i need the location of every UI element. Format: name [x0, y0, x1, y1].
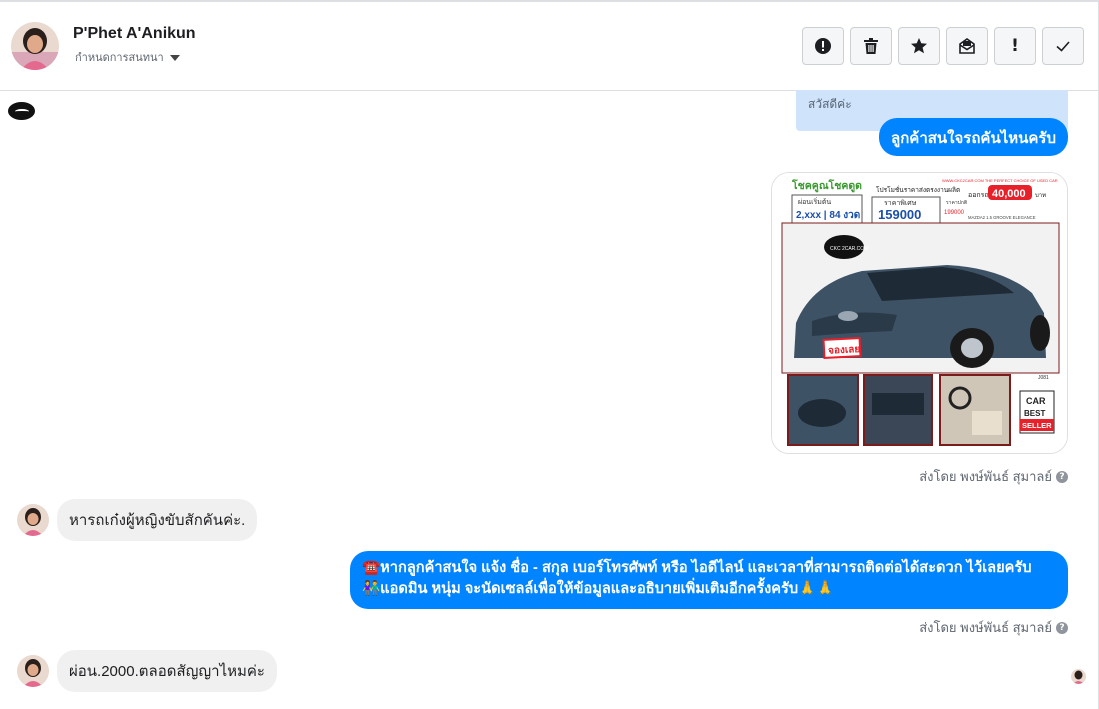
ad-down-value: 40,000: [992, 188, 1026, 200]
ad-installment-value: 2,xxx | 84 งวด: [796, 210, 860, 221]
conversation-label-dropdown[interactable]: กำหนดการสนทนา: [75, 48, 180, 66]
ad-old-price-value: 199000: [944, 210, 965, 216]
sender-avatar[interactable]: [17, 655, 49, 687]
help-icon[interactable]: ?: [1056, 621, 1068, 634]
outgoing-message[interactable]: ลูกค้าสนใจรถคันไหนครับ: [879, 118, 1068, 156]
delete-button[interactable]: [850, 27, 892, 65]
ad-badge-mid: BEST: [1024, 409, 1045, 418]
contact-avatar[interactable]: [11, 22, 59, 70]
ad-stamp: จองเลย: [828, 344, 861, 357]
incoming-message[interactable]: หารถเก๋งผู้หญิงขับสักคันค่ะ.: [57, 499, 258, 541]
ad-down-unit: บาท: [1035, 193, 1046, 199]
incoming-message[interactable]: ผ่อน.2000.ตลอดสัญญาไหมค่ะ: [57, 650, 277, 692]
sent-by-label: ส่งโดย พงษ์พันธ์ สุมาลย์ ?: [919, 617, 1068, 638]
conversation-label: กำหนดการสนทนา: [75, 52, 164, 64]
sent-by-text: ส่งโดย พงษ์พันธ์ สุมาลย์: [919, 620, 1052, 635]
caret-down-icon: [169, 54, 180, 61]
mark-done-button[interactable]: [1042, 27, 1084, 65]
sent-by-text: ส่งโดย พงษ์พันธ์ สุมาลย์: [919, 469, 1052, 484]
sender-avatar[interactable]: [17, 504, 49, 536]
outgoing-message-line: 👫แอดมิน หนุ่ม จะนัดเซลล์เพื่อให้ข้อมูลแล…: [362, 581, 835, 597]
sent-by-label: ส่งโดย พงษ์พันธ์ สุมาลย์ ?: [919, 466, 1068, 487]
ad-down-label: ออกรถ: [968, 192, 989, 199]
star-button[interactable]: [898, 27, 940, 65]
ad-old-price-label: ราคาปกติ: [946, 199, 967, 206]
mark-unread-button[interactable]: [946, 27, 988, 65]
report-button[interactable]: [802, 27, 844, 65]
conversation-header: P'Phet A'Anikun กำหนดการสนทนา !: [0, 2, 1098, 91]
car-advertisement-image[interactable]: โชคคูณโชคดูด WWW.CKC2CAR.COM THE PERFECT…: [771, 172, 1068, 454]
contact-name[interactable]: P'Phet A'Anikun: [73, 25, 196, 43]
important-button[interactable]: !: [994, 27, 1036, 65]
important-icon: !: [1011, 36, 1019, 56]
ad-installment-label: ผ่อนเริ่มต้น: [798, 197, 831, 206]
ad-price-value: 159000: [878, 207, 921, 222]
ad-price-label: ราคาพิเศษ: [884, 199, 917, 207]
conversation-toolbar: !: [802, 27, 1084, 65]
ad-headline: โชคคูณโชคดูด: [791, 179, 862, 193]
outgoing-message-line: ☎️หากลูกค้าสนใจ แจ้ง ชื่อ - สกุล เบอร์โท…: [362, 560, 1032, 576]
ad-promo: โปรโมชั่นราคาส่งตรงงานผลิต: [876, 185, 960, 194]
ad-site: WWW.CKC2CAR.COM THE PERFECT CHOICE OF US…: [942, 178, 1058, 183]
mark-unread-icon: [959, 38, 975, 54]
done-icon: [1056, 41, 1070, 52]
ad-logo-text: CKC 2CAR.COM: [830, 246, 868, 252]
page-logo: [8, 102, 35, 120]
ad-badge-top: CAR: [1026, 396, 1046, 406]
ad-code: J081: [1038, 375, 1049, 381]
outgoing-message[interactable]: ☎️หากลูกค้าสนใจ แจ้ง ชื่อ - สกุล เบอร์โท…: [350, 551, 1068, 609]
ad-model: MAZDA2 1.5 GROOVE ELEGANCE: [968, 215, 1036, 220]
help-icon[interactable]: ?: [1056, 470, 1068, 483]
read-receipt-avatar: [1071, 669, 1086, 684]
star-icon: [911, 38, 927, 54]
trash-icon: [864, 38, 878, 54]
report-icon: [815, 38, 831, 54]
ad-badge-bottom: SELLER: [1022, 421, 1052, 430]
